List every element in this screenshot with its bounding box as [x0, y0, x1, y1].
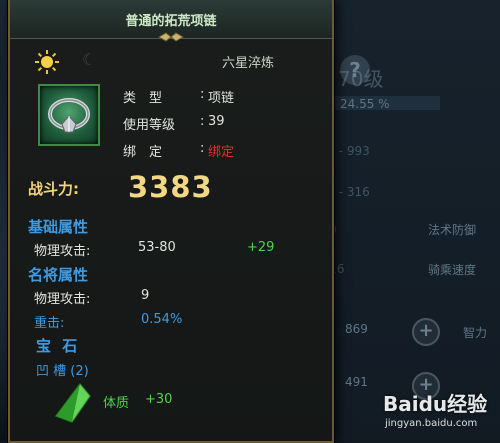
- necklace-icon: [38, 84, 100, 146]
- add-stat-button[interactable]: +: [412, 318, 440, 346]
- level-label: 使用等级: [123, 118, 176, 133]
- sun-icon: [35, 50, 59, 74]
- gem-stat-label: 体质: [103, 396, 130, 411]
- colon: :: [200, 87, 205, 102]
- moon-icon: ☾: [82, 50, 97, 69]
- item-name: 普通的拓荒项链: [125, 14, 217, 29]
- combat-power-label: 战斗力:: [28, 180, 79, 198]
- type-label: 类 型: [123, 91, 163, 106]
- character-level: 70级: [338, 67, 384, 91]
- stat-b-value: 491: [345, 375, 368, 389]
- spell-defense-label: 法术防御: [428, 223, 477, 237]
- watermark-brand: Baidu经验: [383, 392, 488, 416]
- level-value: 39: [208, 114, 225, 129]
- heavy-strike-label: 重击:: [34, 316, 65, 331]
- colon: :: [200, 141, 205, 156]
- general-phys-attack-label: 物理攻击:: [34, 292, 91, 307]
- colon: :: [200, 114, 205, 129]
- base-phys-attack-value: 53-80: [138, 240, 176, 255]
- mount-speed-label: 骑乘速度: [428, 263, 477, 277]
- general-phys-attack-value: 9: [141, 288, 150, 303]
- gem-section-title: 宝 石: [36, 337, 81, 355]
- experience-percent: 24.55 %: [340, 97, 390, 111]
- watermark-url: jingyan.baidu.com: [385, 418, 478, 429]
- intelligence-label: 智力: [463, 326, 488, 340]
- refine-rank: 六星淬炼: [222, 56, 275, 71]
- heavy-strike-value: 0.54%: [141, 312, 183, 327]
- gem-stat-value: +30: [145, 392, 173, 407]
- bind-value: 绑定: [208, 145, 235, 160]
- base-attributes-title: 基础属性: [28, 218, 89, 236]
- stat-a-value: 869: [345, 322, 368, 336]
- base-phys-attack-label: 物理攻击:: [34, 244, 91, 259]
- ornament-icon: [157, 32, 185, 42]
- green-gem-icon: [54, 382, 91, 423]
- bind-label: 绑 定: [123, 145, 163, 160]
- gem-slots: 凹 槽 (2): [36, 364, 89, 379]
- base-phys-attack-bonus: +29: [247, 240, 275, 255]
- item-tooltip: 普通的拓荒项链 ☾ 六星淬炼 类 型 : 项链 使用等级 : 39 绑 定 : …: [8, 0, 334, 443]
- combat-power-value: 3383: [128, 170, 213, 204]
- tooltip-title-bar: 普通的拓荒项链: [10, 0, 332, 42]
- type-value: 项链: [208, 91, 235, 106]
- general-attributes-title: 名将属性: [28, 266, 89, 284]
